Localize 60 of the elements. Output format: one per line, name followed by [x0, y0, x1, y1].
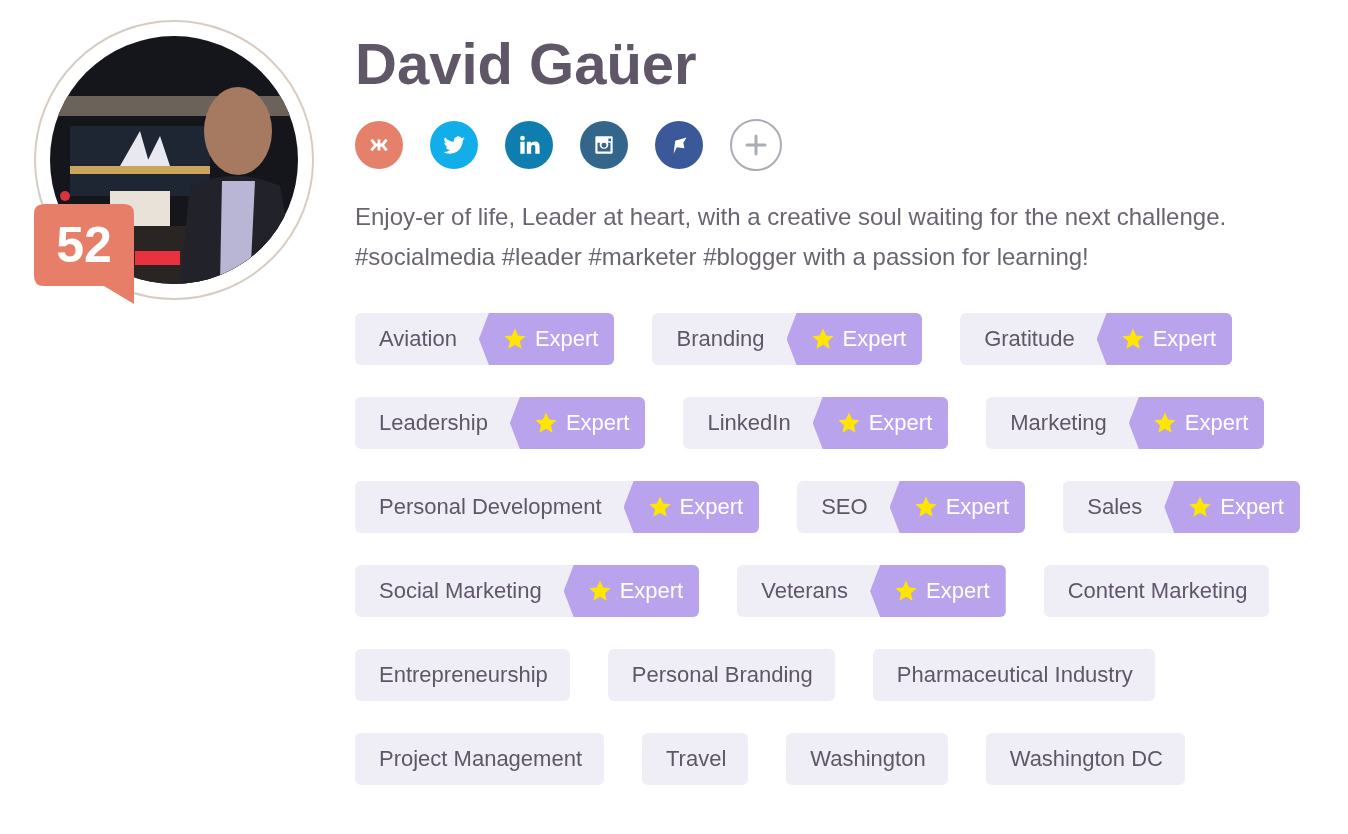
expert-label: Expert	[679, 494, 744, 520]
expert-label: Expert	[1184, 410, 1249, 436]
skill-tag[interactable]: Washington	[786, 733, 948, 785]
skill-tag[interactable]: SEO Expert	[797, 481, 1026, 533]
flag-icon[interactable]	[655, 121, 703, 169]
skill-tag[interactable]: Project Management	[355, 733, 604, 785]
expert-label: Expert	[1152, 326, 1217, 352]
skill-label: SEO	[820, 493, 869, 521]
skill-tag[interactable]: Gratitude Expert	[960, 313, 1233, 365]
star-icon	[913, 495, 938, 519]
skill-tag[interactable]: Marketing Expert	[986, 397, 1265, 449]
profile-name: David Gaüer	[355, 30, 698, 98]
bio-text: Enjoy-er of life, Leader at heart, with a creative soul waiting for the next challenge. #socialmedia #leader #marketer #blogger with a passion for learning!	[355, 202, 1228, 272]
star-icon	[502, 327, 527, 351]
skill-label: Personal Development	[378, 493, 603, 521]
star-icon	[533, 411, 558, 435]
star-icon	[1152, 411, 1177, 435]
skill-tag[interactable]: Sales Expert	[1063, 481, 1300, 533]
skill-tag[interactable]: Personal Development Expert	[355, 481, 760, 533]
skill-label: Leadership	[378, 409, 489, 437]
star-icon	[894, 579, 919, 603]
skill-tag[interactable]: Travel	[642, 733, 749, 785]
expert-label: Expert	[534, 326, 599, 352]
skill-label: Social Marketing	[378, 577, 543, 605]
skill-label: Branding	[675, 325, 766, 353]
expert-label: Expert	[945, 494, 1010, 520]
star-icon	[1120, 327, 1145, 351]
skill-tag[interactable]: Veterans Expert	[737, 565, 1006, 617]
skill-tag[interactable]: LinkedIn Expert	[683, 397, 949, 449]
skill-label: Gratitude	[983, 325, 1076, 353]
bird-icon[interactable]	[430, 121, 478, 169]
skill-tag[interactable]: Entrepreneurship	[355, 649, 570, 701]
skill-tag[interactable]: Social Marketing Expert	[355, 565, 700, 617]
skill-tag[interactable]: Washington DC	[985, 733, 1185, 785]
skill-tag[interactable]: Personal Branding	[607, 649, 835, 701]
skill-label: Veterans	[760, 577, 850, 605]
camera-icon[interactable]	[580, 121, 628, 169]
star-icon	[587, 579, 612, 603]
expert-label: Expert	[619, 578, 684, 604]
expert-label: Expert	[1220, 494, 1284, 520]
star-icon	[810, 327, 835, 351]
expert-label: Expert	[565, 410, 630, 436]
expert-label: Expert	[868, 410, 933, 436]
k-logo-icon[interactable]	[355, 121, 403, 169]
expert-label: Expert	[926, 578, 990, 604]
star-icon	[647, 495, 672, 519]
skill-label: LinkedIn	[706, 409, 792, 437]
score-badge: 52	[34, 204, 134, 304]
skill-tag[interactable]: Aviation Expert	[355, 313, 615, 365]
skill-label: Sales	[1086, 493, 1144, 521]
skill-tag[interactable]: Pharmaceutical Industry	[872, 649, 1155, 701]
skill-tag[interactable]: Content Marketing	[1043, 565, 1270, 617]
expert-label: Expert	[842, 326, 907, 352]
skill-label: Aviation	[378, 325, 458, 353]
skill-label: Marketing	[1009, 409, 1108, 437]
skill-tag[interactable]: Leadership Expert	[355, 397, 646, 449]
skill-tag[interactable]: Branding Expert	[652, 313, 923, 365]
in-logo-icon[interactable]	[505, 121, 553, 169]
star-icon	[1188, 495, 1213, 519]
star-icon	[836, 411, 861, 435]
